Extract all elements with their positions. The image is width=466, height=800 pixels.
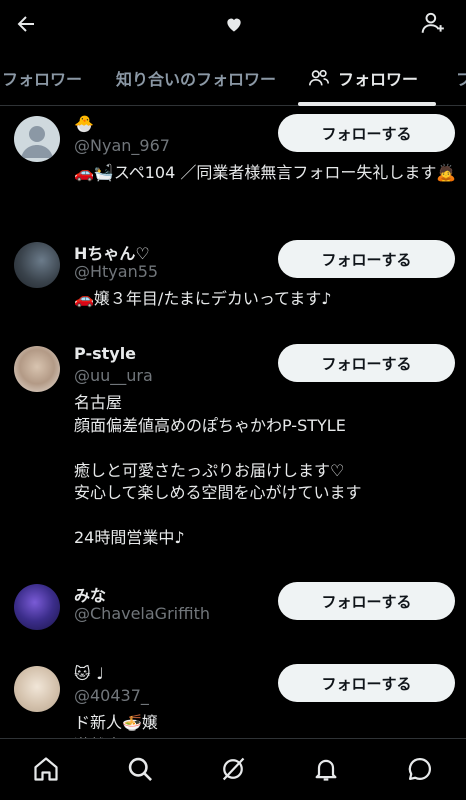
follow-button[interactable]: フォローする bbox=[278, 664, 455, 702]
avatar[interactable] bbox=[14, 242, 60, 288]
follow-button[interactable]: フォローする bbox=[278, 344, 455, 382]
user-name: P-style bbox=[74, 344, 137, 363]
avatar[interactable] bbox=[14, 116, 60, 162]
people-icon bbox=[309, 69, 329, 86]
user-handle: @uu__ura bbox=[74, 366, 153, 385]
back-arrow-icon[interactable] bbox=[10, 8, 42, 40]
user-name: Hちゃん♡ bbox=[74, 244, 150, 263]
avatar[interactable] bbox=[14, 584, 60, 630]
user-bio: 🚗嬢３年目/たまにデカいってます♪ bbox=[74, 289, 332, 308]
tab-followers[interactable]: フォロワー bbox=[2, 50, 83, 105]
user-name: 🐱 ♩ bbox=[74, 664, 104, 683]
user-name: みな bbox=[74, 586, 107, 605]
active-tab-indicator bbox=[298, 102, 436, 106]
user-bio: 🚗🛀スペ104 ／同業者様無言フォロー失礼します🙇 bbox=[74, 163, 457, 182]
user-bio: 名古屋 顔面偏差値高めのぽちゃかわP-STYLE 癒しと可愛さたっぷりお届けしま… bbox=[74, 393, 362, 547]
grok-icon[interactable] bbox=[217, 753, 249, 785]
follower-tabs: フォロワー 知り合いのフォロワー フォロワー フ bbox=[0, 50, 466, 106]
user-name: 🐣 bbox=[74, 114, 94, 133]
tab-label: フォロワー bbox=[338, 70, 419, 89]
tab-next[interactable]: フ bbox=[456, 50, 466, 105]
user-handle: @40437_ bbox=[74, 686, 149, 705]
follow-button[interactable]: フォローする bbox=[278, 582, 455, 620]
bottom-navigation bbox=[0, 738, 466, 800]
follow-button[interactable]: フォローする bbox=[278, 240, 455, 278]
follow-button[interactable]: フォローする bbox=[278, 114, 455, 152]
user-handle: @Htyan55 bbox=[74, 262, 159, 281]
avatar[interactable] bbox=[14, 346, 60, 392]
bell-icon[interactable] bbox=[310, 753, 342, 785]
add-user-icon[interactable] bbox=[416, 6, 450, 40]
tab-label: 知り合いのフォロワー bbox=[116, 70, 277, 89]
avatar[interactable] bbox=[14, 666, 60, 712]
user-handle: @ChavelaGriffith bbox=[74, 604, 210, 623]
search-icon[interactable] bbox=[124, 753, 156, 785]
heart-icon bbox=[220, 10, 248, 38]
message-icon[interactable] bbox=[404, 753, 436, 785]
home-icon[interactable] bbox=[30, 753, 62, 785]
tab-label: フォロワー bbox=[2, 70, 83, 89]
tab-following[interactable]: フォロワー bbox=[308, 50, 419, 105]
tab-label: フ bbox=[456, 66, 466, 90]
user-handle: @Nyan_967 bbox=[74, 136, 170, 155]
top-bar bbox=[0, 0, 466, 50]
tab-known-followers[interactable]: 知り合いのフォロワー bbox=[116, 50, 277, 105]
